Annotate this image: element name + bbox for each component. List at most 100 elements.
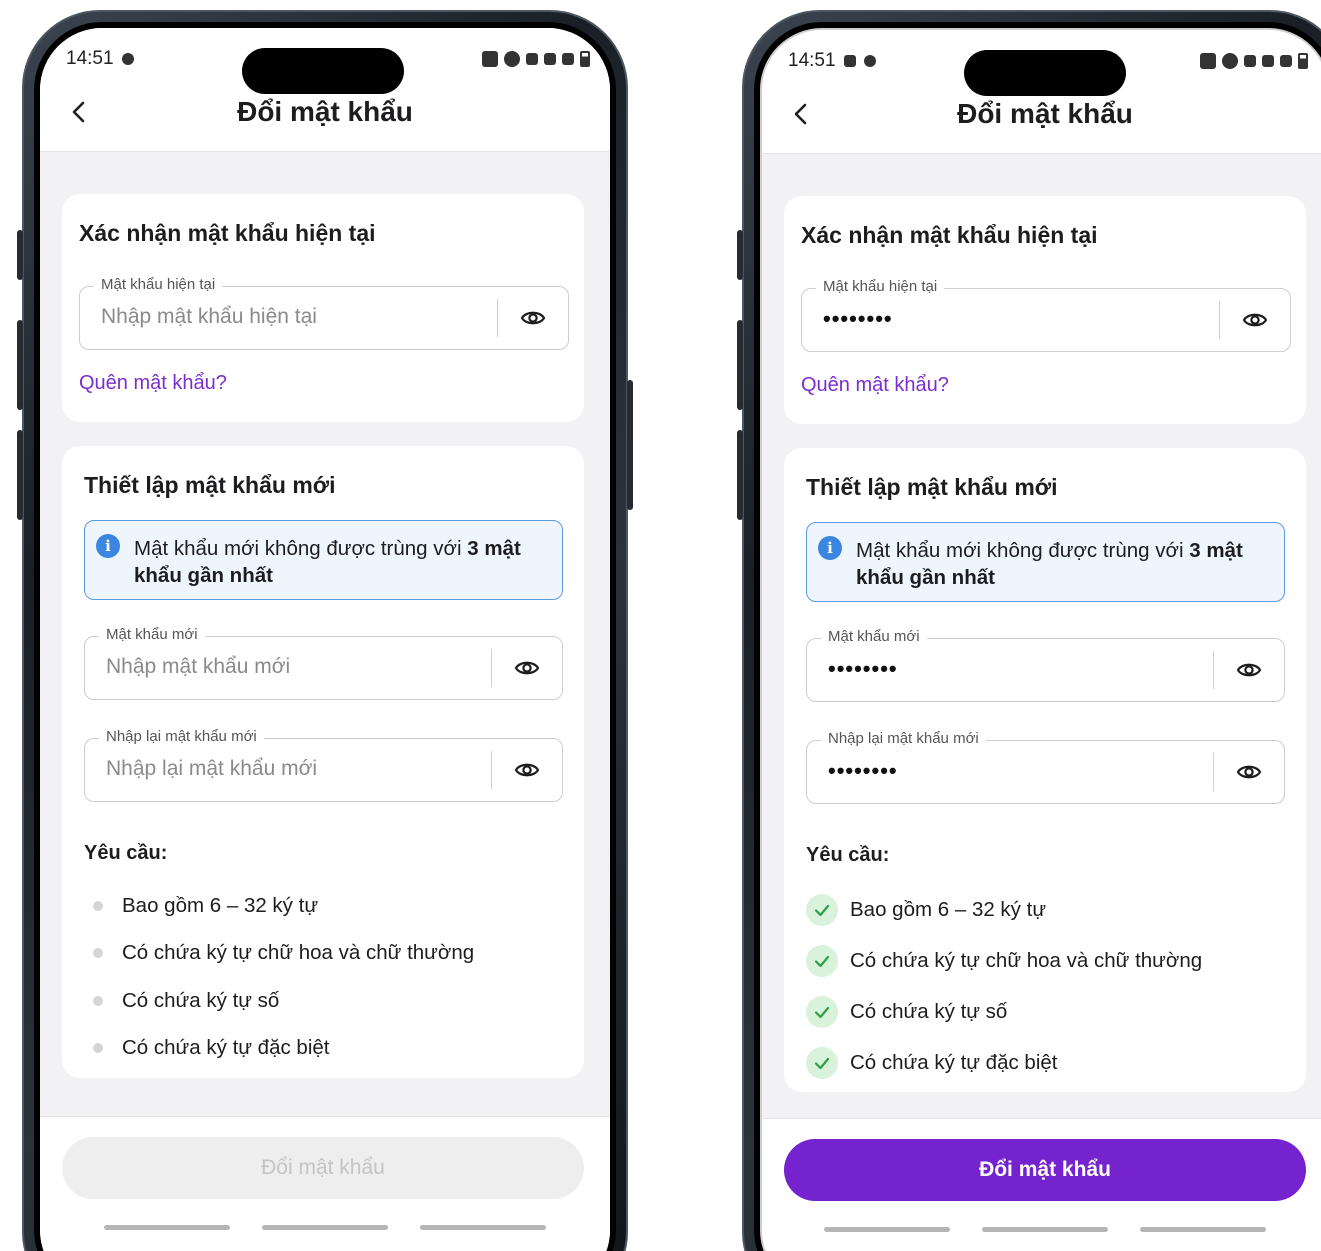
- info-icon: i: [818, 536, 842, 560]
- requirement-item: Bao gồm 6 – 32 ký tự: [806, 884, 1286, 935]
- side-button: [737, 430, 743, 520]
- app-header: 14:51 Đổi mật khẩu: [762, 30, 1321, 154]
- check-icon: [806, 1046, 838, 1079]
- field-divider: [496, 299, 498, 337]
- dynamic-island: [964, 50, 1126, 96]
- page-title: Đổi mật khẩu: [957, 98, 1133, 129]
- current-password-title: Xác nhận mật khẩu hiện tại: [801, 222, 1098, 248]
- nav-hints: [762, 1227, 1321, 1232]
- eye-icon[interactable]: [514, 759, 540, 781]
- bullet-icon: [93, 948, 103, 959]
- field-value: ••••••••: [828, 656, 898, 681]
- current-password-title: Xác nhận mật khẩu hiện tại: [79, 220, 376, 246]
- eye-icon[interactable]: [520, 307, 546, 329]
- info-banner: i Mật khẩu mới không được trùng với 3 mậ…: [84, 520, 563, 600]
- field-placeholder: Nhập lại mật khẩu mới: [106, 757, 318, 780]
- dynamic-island: [242, 48, 404, 94]
- change-password-button[interactable]: Đổi mật khẩu: [784, 1139, 1306, 1201]
- app-header: 14:51 Đổi mật khẩu: [40, 28, 610, 152]
- new-password-card: Thiết lập mật khẩu mới i Mật khẩu mới kh…: [784, 448, 1306, 1092]
- info-text: Mật khẩu mới không được trùng với: [856, 539, 1184, 562]
- bottom-bar: Đổi mật khẩu: [40, 1116, 610, 1251]
- current-password-card: Xác nhận mật khẩu hiện tại Mật khẩu hiện…: [62, 194, 584, 422]
- status-time: 14:51: [788, 50, 836, 71]
- info-icon: i: [96, 534, 120, 558]
- requirements-list: Bao gồm 6 – 32 ký tự Có chứa ký tự chữ h…: [84, 882, 564, 1072]
- bullet-icon: [93, 1043, 103, 1054]
- page-title: Đổi mật khẩu: [237, 96, 413, 127]
- current-password-field[interactable]: Mật khẩu hiện tại Nhập mật khẩu hiện tại: [79, 276, 569, 350]
- forgot-password-link[interactable]: Quên mật khẩu?: [79, 372, 227, 395]
- info-text: Mật khẩu mới không được trùng với: [134, 537, 462, 560]
- new-password-card: Thiết lập mật khẩu mới i Mật khẩu mới kh…: [62, 446, 584, 1078]
- bottom-bar: Đổi mật khẩu: [762, 1118, 1321, 1251]
- change-password-button[interactable]: Đổi mật khẩu: [62, 1137, 584, 1199]
- field-divider: [1212, 753, 1214, 791]
- new-password-title: Thiết lập mật khẩu mới: [84, 472, 336, 498]
- phone-filled-state: 14:51 Đổi mật khẩu Xác nhận mật khẩu hiệ…: [737, 10, 1321, 1251]
- signal-icon: [562, 53, 574, 65]
- requirement-item: Có chứa ký tự số: [806, 986, 1286, 1037]
- info-banner: i Mật khẩu mới không được trùng với 3 mậ…: [806, 522, 1285, 602]
- side-button: [737, 320, 743, 410]
- check-icon: [806, 944, 838, 977]
- field-divider: [1218, 301, 1220, 339]
- requirement-item: Bao gồm 6 – 32 ký tự: [84, 882, 564, 930]
- confirm-password-field[interactable]: Nhập lại mật khẩu mới ••••••••: [806, 730, 1285, 804]
- phone-empty-state: 14:51 Đổi mật khẩu Xác nhận mật khẩu hiệ…: [17, 10, 633, 1251]
- field-label: Mật khẩu mới: [821, 628, 927, 645]
- screen: 14:51 Đổi mật khẩu Xác nhận mật khẩu hiệ…: [40, 28, 610, 1251]
- requirement-item: Có chứa ký tự đặc biệt: [806, 1037, 1286, 1088]
- lock-icon: [482, 51, 498, 67]
- screen: 14:51 Đổi mật khẩu Xác nhận mật khẩu hiệ…: [760, 28, 1321, 1251]
- requirements-title: Yêu cầu:: [806, 844, 890, 866]
- new-password-field[interactable]: Mật khẩu mới Nhập mật khẩu mới: [84, 626, 563, 700]
- nav-hints: [40, 1225, 610, 1230]
- mute-icon: [526, 53, 538, 65]
- eye-icon[interactable]: [1236, 659, 1262, 681]
- new-password-title: Thiết lập mật khẩu mới: [806, 474, 1058, 500]
- notification-icon: [863, 55, 876, 67]
- requirement-item: Có chứa ký tự đặc biệt: [84, 1025, 564, 1073]
- confirm-password-field[interactable]: Nhập lại mật khẩu mới Nhập lại mật khẩu …: [84, 728, 563, 802]
- network-icon: [544, 53, 556, 65]
- battery-icon: [1298, 53, 1308, 69]
- notification-icon: [121, 53, 134, 65]
- check-icon: [806, 893, 838, 926]
- check-icon: [806, 995, 838, 1028]
- field-label: Nhập lại mật khẩu mới: [99, 728, 264, 745]
- field-placeholder: Nhập mật khẩu hiện tại: [101, 305, 317, 328]
- requirement-item: Có chứa ký tự số: [84, 977, 564, 1025]
- signal-icon: [1280, 55, 1292, 67]
- requirements-title: Yêu cầu:: [84, 842, 168, 864]
- side-button: [17, 320, 23, 410]
- field-divider: [490, 649, 492, 687]
- status-time: 14:51: [66, 48, 114, 69]
- side-button: [17, 430, 23, 520]
- alarm-icon: [1222, 53, 1238, 69]
- battery-icon: [580, 51, 590, 67]
- bullet-icon: [93, 900, 103, 911]
- field-label: Mật khẩu hiện tại: [94, 276, 223, 293]
- eye-icon[interactable]: [514, 657, 540, 679]
- eye-icon[interactable]: [1242, 309, 1268, 331]
- mute-icon: [1244, 55, 1256, 67]
- forgot-password-link[interactable]: Quên mật khẩu?: [801, 374, 949, 397]
- field-value: ••••••••: [828, 758, 898, 783]
- side-button: [737, 230, 743, 280]
- current-password-card: Xác nhận mật khẩu hiện tại Mật khẩu hiện…: [784, 196, 1306, 424]
- field-value: ••••••••: [823, 306, 893, 331]
- alarm-icon: [504, 51, 520, 67]
- new-password-field[interactable]: Mật khẩu mới ••••••••: [806, 628, 1285, 702]
- field-divider: [490, 751, 492, 789]
- field-divider: [1212, 651, 1214, 689]
- side-button: [17, 230, 23, 280]
- gallery-icon: [843, 55, 856, 67]
- bullet-icon: [93, 995, 103, 1006]
- field-label: Mật khẩu hiện tại: [816, 278, 945, 295]
- current-password-field[interactable]: Mật khẩu hiện tại ••••••••: [801, 278, 1291, 352]
- requirement-item: Có chứa ký tự chữ hoa và chữ thường: [806, 935, 1286, 986]
- lock-icon: [1200, 53, 1216, 69]
- field-label: Nhập lại mật khẩu mới: [821, 730, 986, 747]
- eye-icon[interactable]: [1236, 761, 1262, 783]
